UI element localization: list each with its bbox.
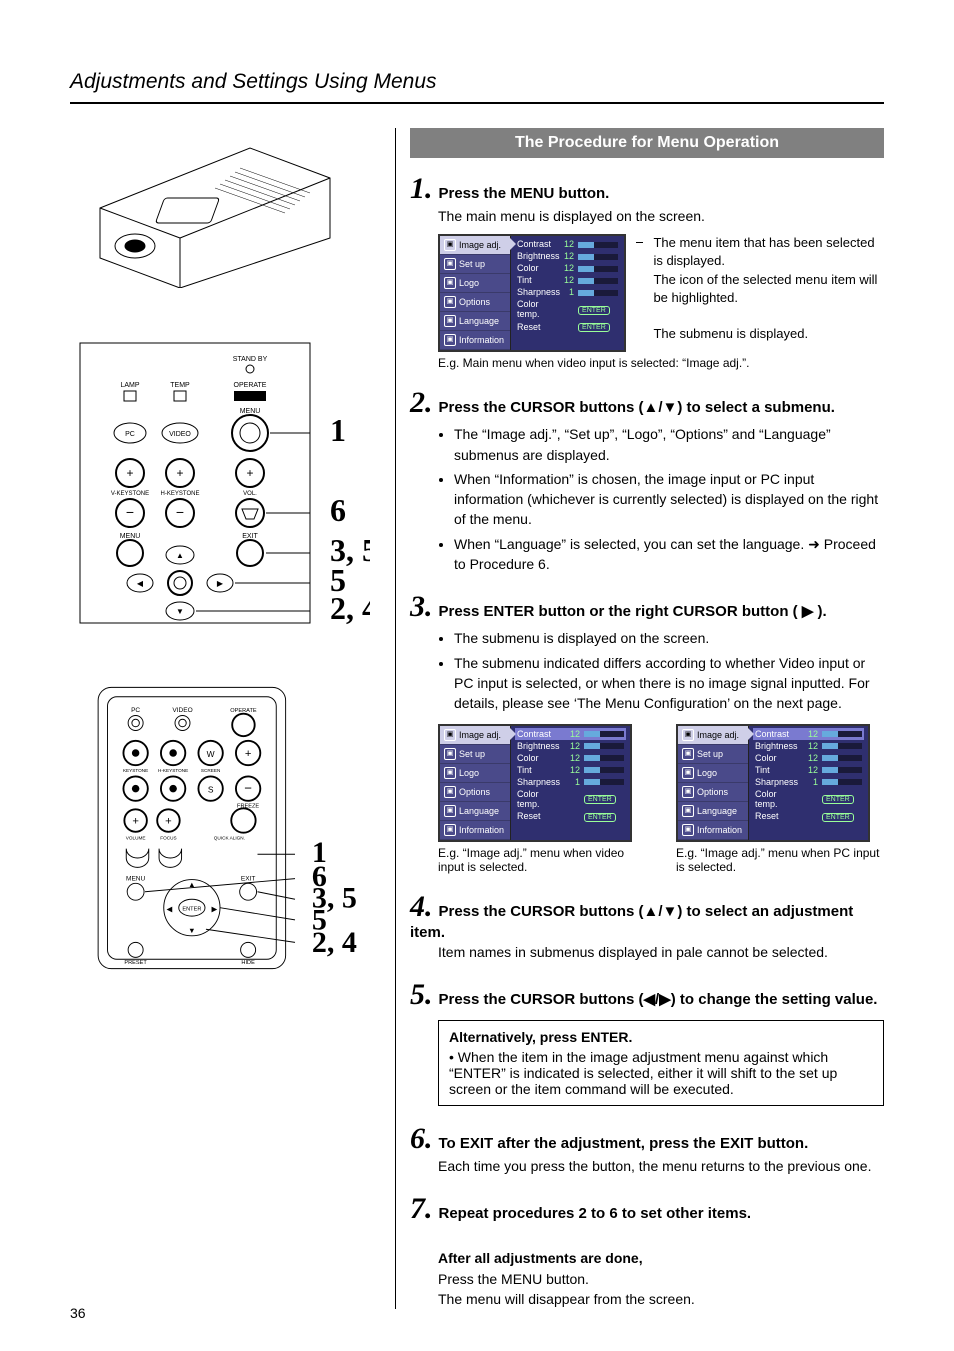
svg-text:VIDEO: VIDEO <box>169 431 191 438</box>
svg-text:1: 1 <box>330 412 346 448</box>
svg-text:STAND BY: STAND BY <box>233 356 268 363</box>
osd-pc-menu: ▣Image adj.▣Set up▣Logo▣Options▣Language… <box>676 724 870 842</box>
svg-text:FOCUS: FOCUS <box>160 835 176 840</box>
svg-text:−: − <box>244 780 252 795</box>
svg-text:−: − <box>176 504 184 520</box>
svg-text:VOL.: VOL. <box>243 491 257 497</box>
svg-text:HIDE: HIDE <box>241 960 255 966</box>
section-title: The Procedure for Menu Operation <box>410 128 884 158</box>
step-4: 4.Press the CURSOR buttons (▲/▼) to sele… <box>410 890 884 962</box>
svg-text:VOLUME: VOLUME <box>126 835 146 840</box>
svg-text:OPERATE: OPERATE <box>234 382 267 389</box>
svg-text:▼: ▼ <box>176 607 184 616</box>
svg-text:EXIT: EXIT <box>242 533 258 540</box>
svg-text:2, 4: 2, 4 <box>330 590 370 626</box>
svg-text:PC: PC <box>125 431 135 438</box>
osd-video-menu: ▣Image adj.▣Set up▣Logo▣Options▣Language… <box>438 724 632 842</box>
step-2: 2.Press the CURSOR buttons (▲/▼) to sele… <box>410 386 884 574</box>
svg-text:2, 4: 2, 4 <box>312 926 357 959</box>
svg-text:▼: ▼ <box>188 926 195 935</box>
svg-text:W: W <box>207 749 215 759</box>
svg-text:LAMP: LAMP <box>120 382 139 389</box>
header-rule <box>70 102 884 104</box>
svg-text:▲: ▲ <box>176 551 184 560</box>
projector-illustration <box>70 128 380 293</box>
svg-text:▶: ▶ <box>217 579 224 588</box>
step-3: 3.Press ENTER button or the right CURSOR… <box>410 590 884 873</box>
svg-text:6: 6 <box>330 492 346 528</box>
svg-text:TEMP: TEMP <box>170 382 190 389</box>
svg-text:MENU: MENU <box>126 876 146 883</box>
svg-text:−: − <box>126 504 134 520</box>
osd-main-menu: ▣Image adj.▣Set up▣Logo▣Options▣Language… <box>438 234 626 352</box>
svg-text:SCREEN: SCREEN <box>201 768 220 773</box>
svg-text:V-KEYSTONE: V-KEYSTONE <box>111 491 149 497</box>
page-number: 36 <box>70 1305 86 1321</box>
step-6: 6.To EXIT after the adjustment, press th… <box>410 1122 884 1176</box>
svg-text:PRESET: PRESET <box>124 960 147 966</box>
after-title: After all adjustments are done, <box>438 1250 884 1266</box>
svg-text:▲: ▲ <box>188 880 195 889</box>
svg-text:◀: ◀ <box>137 579 144 588</box>
svg-text:H-KEYSTONE: H-KEYSTONE <box>161 491 200 497</box>
svg-text:S: S <box>208 784 214 794</box>
svg-text:+: + <box>246 466 253 480</box>
svg-text:MENU: MENU <box>240 408 261 415</box>
control-panel-diagram: STAND BY LAMP TEMP OPERATE MENU PC VIDEO… <box>70 333 380 638</box>
step-5: 5.Press the CURSOR buttons (◀/▶) to chan… <box>410 978 884 1106</box>
after-body: Press the MENU button. The menu will dis… <box>438 1270 884 1309</box>
page-title: Adjustments and Settings Using Menus <box>70 70 884 94</box>
svg-text:+: + <box>245 748 252 760</box>
svg-text:PC: PC <box>131 707 140 714</box>
svg-text:QUICK ALIGN.: QUICK ALIGN. <box>214 835 245 840</box>
svg-text:MENU: MENU <box>120 533 141 540</box>
step-1: 1.Press the MENU button. The main menu i… <box>410 172 884 370</box>
svg-text:EXIT: EXIT <box>241 876 256 883</box>
svg-text:KEYSTONE: KEYSTONE <box>123 768 148 773</box>
svg-text:+: + <box>176 466 183 480</box>
remote-diagram: PC VIDEO OPERATE W + KEYSTONE H-KEYSTONE… <box>70 678 380 983</box>
svg-text:+: + <box>165 815 172 827</box>
svg-text:ENTER: ENTER <box>182 907 201 913</box>
svg-text:+: + <box>126 466 133 480</box>
svg-text:VIDEO: VIDEO <box>172 707 192 714</box>
step-7: 7.Repeat procedures 2 to 6 to set other … <box>410 1192 884 1226</box>
svg-text:+: + <box>132 815 139 827</box>
svg-text:H-KEYSTONE: H-KEYSTONE <box>158 768 188 773</box>
